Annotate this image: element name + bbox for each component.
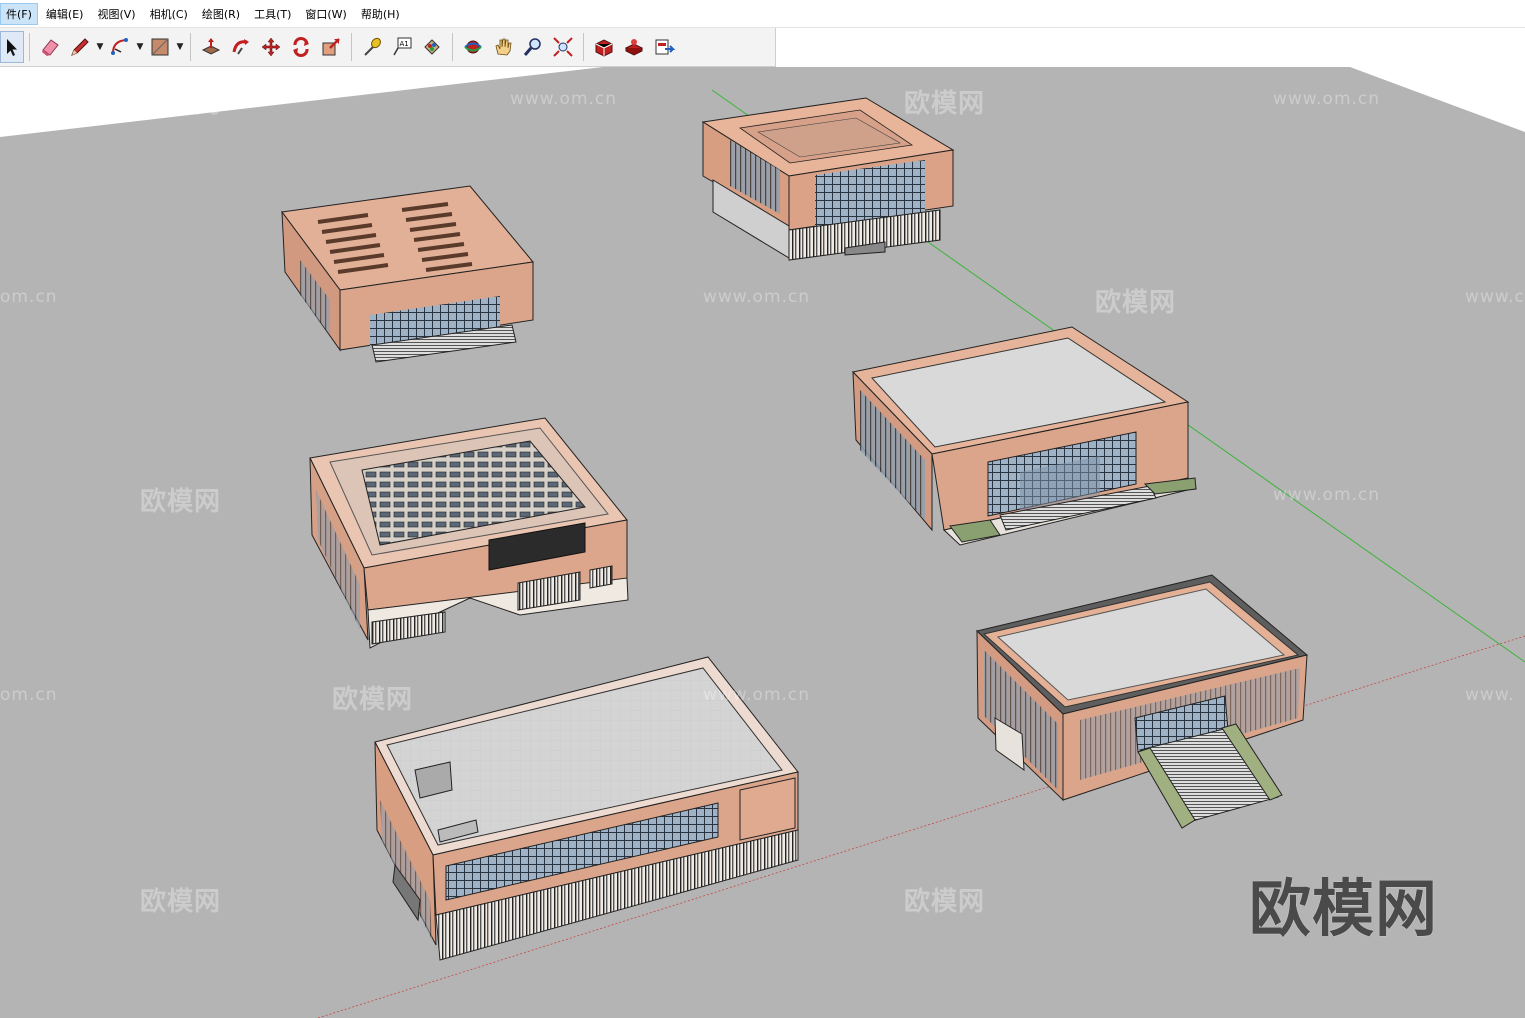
- zoom-tool-icon: [523, 38, 541, 56]
- toolbar-separator: [583, 33, 584, 61]
- text-tool-icon: A1: [393, 37, 412, 56]
- toolbar-separator: [351, 33, 352, 61]
- rotate-tool-icon: [293, 37, 309, 57]
- menu-edit[interactable]: 编辑(E): [40, 3, 90, 25]
- scale-tool-button[interactable]: [316, 31, 346, 63]
- send-to-layout-icon: [655, 39, 675, 55]
- arc-tool-dropdown[interactable]: ▼: [135, 31, 145, 63]
- orbit-tool-button[interactable]: [458, 31, 488, 63]
- eraser-tool-button[interactable]: [35, 31, 65, 63]
- arc-tool-button[interactable]: [105, 31, 135, 63]
- pan-tool-button[interactable]: [488, 31, 518, 63]
- text-tool-glyph: A1: [400, 40, 409, 48]
- arc-tool-icon: [111, 38, 128, 55]
- line-tool-dropdown[interactable]: ▼: [95, 31, 105, 63]
- zoom-extents-tool-button[interactable]: [548, 31, 578, 63]
- menu-help[interactable]: 帮助(H): [355, 3, 406, 25]
- big-brand-watermark: 欧模网: [1249, 872, 1439, 945]
- zoom-extents-tool-icon: [553, 37, 573, 57]
- toolbar-separator: [452, 33, 453, 61]
- 3d-warehouse-icon: [595, 39, 613, 57]
- main-toolbar: ▼ ▼ ▼ A1: [0, 28, 776, 67]
- menu-tools[interactable]: 工具(T): [248, 3, 297, 25]
- rotate-tool-button[interactable]: [286, 31, 316, 63]
- follow-me-tool-button[interactable]: [226, 31, 256, 63]
- 3d-warehouse-button[interactable]: [589, 31, 619, 63]
- follow-me-tool-icon: [232, 39, 249, 55]
- select-tool-button[interactable]: [0, 31, 24, 63]
- push-pull-tool-icon: [201, 38, 221, 55]
- menu-camera[interactable]: 相机(C): [144, 3, 194, 25]
- zoom-tool-button[interactable]: [518, 31, 548, 63]
- push-pull-tool-button[interactable]: [196, 31, 226, 63]
- extension-warehouse-button[interactable]: [619, 31, 649, 63]
- menu-view[interactable]: 视图(V): [91, 3, 141, 25]
- menu-draw[interactable]: 绘图(R): [196, 3, 246, 25]
- paint-bucket-tool-button[interactable]: [417, 31, 447, 63]
- select-tool-icon: [7, 39, 17, 56]
- menu-window[interactable]: 窗口(W): [299, 3, 352, 25]
- rectangle-tool-button[interactable]: [145, 31, 175, 63]
- toolbar-separator: [29, 33, 30, 61]
- pencil-line-tool-button[interactable]: [65, 31, 95, 63]
- move-tool-icon: [261, 37, 281, 57]
- toolbar-separator: [190, 33, 191, 61]
- text-tool-button[interactable]: A1: [387, 31, 417, 63]
- orbit-tool-icon: [464, 40, 482, 54]
- shape-tool-dropdown[interactable]: ▼: [175, 31, 185, 63]
- rectangle-tool-icon: [151, 38, 169, 56]
- menu-file[interactable]: 件(F): [0, 2, 38, 25]
- scale-tool-icon: [322, 38, 340, 56]
- pencil-line-tool-icon: [71, 38, 89, 56]
- pan-tool-icon: [495, 38, 512, 56]
- eraser-tool-icon: [42, 39, 59, 56]
- send-to-layout-button[interactable]: [649, 31, 679, 63]
- paint-bucket-tool-icon: [424, 39, 440, 55]
- tape-measure-tool-icon: [364, 37, 381, 56]
- move-tool-button[interactable]: [256, 31, 286, 63]
- menu-bar: 件(F) 编辑(E) 视图(V) 相机(C) 绘图(R) 工具(T) 窗口(W)…: [0, 0, 1525, 28]
- extension-warehouse-icon: [624, 39, 644, 56]
- tape-measure-tool-button[interactable]: [357, 31, 387, 63]
